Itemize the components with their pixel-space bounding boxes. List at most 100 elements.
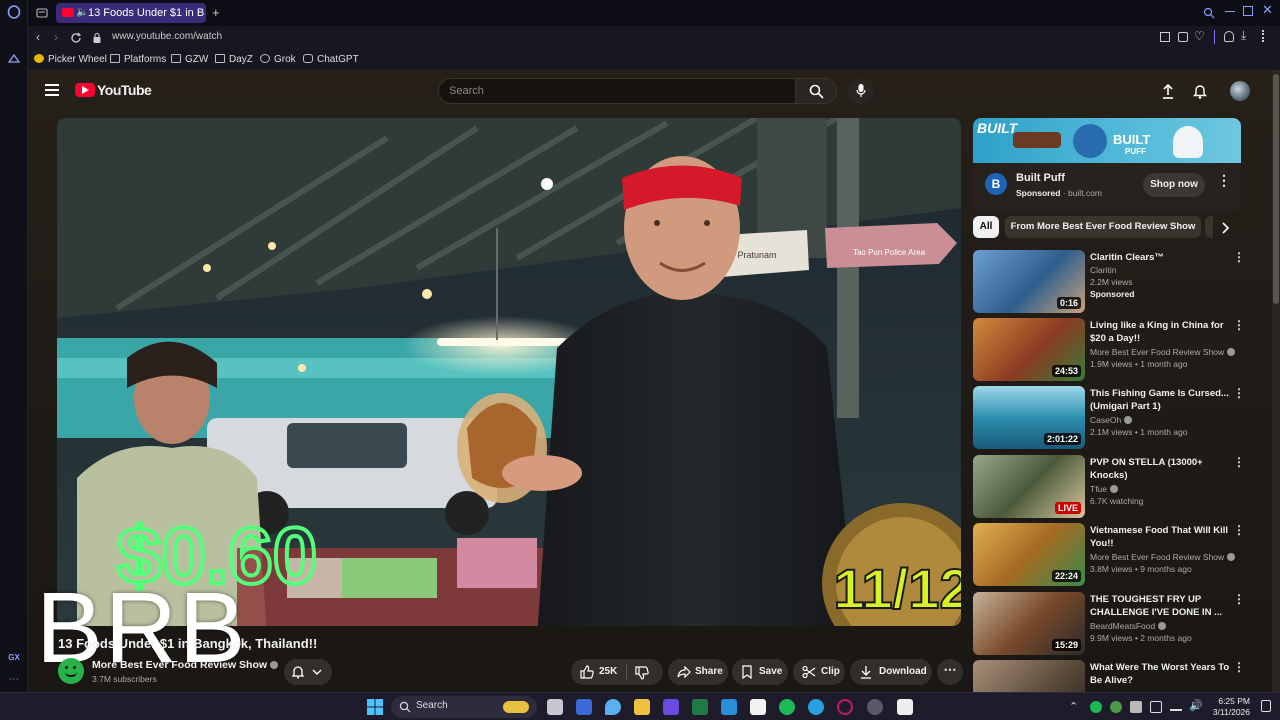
hamburger-menu-icon[interactable]	[45, 84, 59, 96]
recommendation-title[interactable]: Living like a King in China for $20 a Da…	[1090, 319, 1238, 345]
apps-grid-icon[interactable]	[663, 699, 679, 715]
bookmark-grok[interactable]: Grok	[260, 53, 296, 67]
more-actions-button[interactable]: ⋯	[937, 659, 963, 685]
recommendation-title[interactable]: Claritin Clears™	[1090, 251, 1238, 264]
channel-avatar[interactable]	[58, 658, 84, 684]
youtube-logo-icon[interactable]	[75, 83, 95, 97]
spotify-tray-icon[interactable]	[1090, 701, 1102, 713]
video-thumbnail[interactable]: 22:24	[973, 523, 1085, 586]
more-icon[interactable]: ⋯	[6, 672, 22, 688]
excel-icon[interactable]	[692, 699, 708, 715]
new-tab-button[interactable]: +	[212, 3, 226, 23]
voice-search-button[interactable]	[848, 78, 874, 104]
recommendation-channel[interactable]: Claritin	[1090, 265, 1116, 275]
more-options-icon[interactable]: ⋮	[1233, 251, 1245, 263]
pwr-app-icon[interactable]	[897, 699, 913, 715]
ad-more-icon[interactable]: ⋮	[1217, 173, 1231, 187]
recommendation-card[interactable]: 15:29 THE TOUGHEST FRY UP CHALLENGE I'VE…	[973, 592, 1253, 656]
water-drop-icon[interactable]	[605, 699, 621, 715]
video-thumbnail[interactable]	[973, 660, 1085, 692]
recommendation-channel[interactable]: More Best Ever Food Review Show	[1090, 347, 1236, 357]
volume-icon[interactable]: 🔊	[1189, 699, 1203, 712]
tab-menu-icon[interactable]	[36, 6, 48, 18]
tray-app-icon[interactable]	[1150, 701, 1162, 713]
file-explorer-icon[interactable]	[634, 699, 650, 715]
ad-banner-image[interactable]: BUILT BUILT PUFF	[973, 118, 1241, 163]
scrollbar-thumb[interactable]	[1273, 74, 1279, 304]
notifications-icon[interactable]	[1261, 700, 1271, 712]
widgets-icon[interactable]	[576, 699, 592, 715]
minimize-icon[interactable]	[1225, 11, 1235, 12]
tray-app-icon[interactable]	[1110, 701, 1122, 713]
video-thumbnail[interactable]: 2:01:22	[973, 386, 1085, 449]
notepad-icon[interactable]	[721, 699, 737, 715]
video-thumbnail[interactable]: 15:29	[973, 592, 1085, 655]
bookmark-dayz[interactable]: DayZ	[215, 53, 253, 67]
more-options-icon[interactable]: ⋮	[1233, 661, 1245, 673]
close-icon[interactable]: ✕	[1262, 2, 1274, 18]
advertiser-logo-icon[interactable]: B	[985, 173, 1007, 195]
download-icon[interactable]: ⤓	[1241, 28, 1246, 43]
channel-name[interactable]: More Best Ever Food Review Show	[92, 659, 279, 671]
bookmark-platforms[interactable]: Platforms	[110, 53, 166, 67]
video-thumbnail[interactable]: LIVE	[973, 455, 1085, 518]
recommendation-title[interactable]: Vietnamese Food That Will Kill You!!	[1090, 524, 1238, 550]
show-hidden-icons[interactable]: ⌃	[1069, 700, 1078, 713]
upload-icon[interactable]	[1161, 83, 1175, 99]
search-button[interactable]	[795, 78, 837, 104]
edge-icon[interactable]	[808, 699, 824, 715]
clock[interactable]: 6:25 PM 3/11/2026	[1212, 696, 1250, 718]
shop-now-button[interactable]: Shop now	[1143, 173, 1205, 197]
ad-card[interactable]: BUILT BUILT PUFF B Built Puff Sponsored …	[973, 118, 1241, 211]
notifications-bell-icon[interactable]	[1193, 83, 1207, 99]
recommendation-channel[interactable]: More Best Ever Food Review Show	[1090, 552, 1236, 562]
back-icon[interactable]: ‹	[36, 30, 40, 44]
clip-button[interactable]: Clip	[793, 659, 845, 685]
spotify-icon[interactable]	[779, 699, 795, 715]
video-thumbnail[interactable]: 24:53	[973, 318, 1085, 381]
download-button[interactable]: Download	[850, 659, 932, 685]
subscribed-bell-button[interactable]	[284, 659, 332, 685]
video-player[interactable]: Pratunam Tao Pun Police Area $0.60 11/12	[57, 118, 961, 626]
obs-icon[interactable]	[867, 699, 883, 715]
recommendation-title[interactable]: What Were The Worst Years To Be Alive?	[1090, 661, 1238, 687]
bookmark-gzw[interactable]: GZW	[171, 53, 208, 67]
page-scrollbar[interactable]	[1272, 70, 1280, 692]
opera-logo-icon[interactable]	[6, 5, 22, 21]
account-icon[interactable]	[1224, 31, 1234, 42]
save-button[interactable]: Save	[732, 659, 788, 685]
tray-app-icon[interactable]	[1130, 701, 1142, 713]
avatar[interactable]	[1230, 81, 1250, 101]
more-options-icon[interactable]: ⋮	[1233, 387, 1245, 399]
task-view-icon[interactable]	[547, 699, 563, 715]
recommendation-card[interactable]: 2:01:22 This Fishing Game Is Cursed... (…	[973, 386, 1253, 450]
tab-youtube[interactable]: 🔈 13 Foods Under $1 in B	[56, 3, 206, 23]
recommendation-card[interactable]: 0:16 Claritin Clears™ Claritin 2.2M view…	[973, 250, 1253, 314]
capcut-icon[interactable]	[750, 699, 766, 715]
start-button[interactable]	[367, 699, 383, 715]
network-icon[interactable]	[1170, 701, 1182, 711]
url-text[interactable]: www.youtube.com/watch	[112, 31, 222, 42]
taskbar-search[interactable]: Search	[391, 696, 537, 718]
recommendation-channel[interactable]: Tfue	[1090, 484, 1119, 494]
video-thumbnail[interactable]: 0:16	[973, 250, 1085, 313]
like-icon[interactable]	[580, 665, 594, 679]
restore-icon[interactable]	[1243, 6, 1253, 16]
dislike-icon[interactable]	[635, 666, 649, 680]
shield-icon[interactable]	[1178, 32, 1188, 42]
aria-icon[interactable]	[6, 52, 22, 68]
recommendation-card[interactable]: What Were The Worst Years To Be Alive? ⋮	[973, 660, 1253, 692]
recommendation-title[interactable]: PVP ON STELLA (13000+ Knocks)	[1090, 456, 1238, 482]
chip-from-channel[interactable]: From More Best Ever Food Review Show	[1005, 216, 1201, 238]
forward-icon[interactable]: ›	[54, 30, 58, 44]
menu-icon[interactable]	[1262, 30, 1270, 42]
recommendation-card[interactable]: LIVE PVP ON STELLA (13000+ Knocks) Tfue …	[973, 455, 1253, 519]
bookmark-picker-wheel[interactable]: Picker Wheel	[34, 53, 107, 67]
speaker-icon[interactable]: 🔈	[76, 3, 88, 23]
gx-label[interactable]: GX	[6, 650, 22, 666]
search-tabs-icon[interactable]	[1203, 6, 1215, 19]
opera-gx-icon[interactable]	[837, 699, 853, 715]
heart-icon[interactable]: ♡	[1194, 29, 1205, 43]
recommendation-title[interactable]: This Fishing Game Is Cursed... (Umigari …	[1090, 387, 1238, 413]
more-options-icon[interactable]: ⋮	[1233, 456, 1245, 468]
